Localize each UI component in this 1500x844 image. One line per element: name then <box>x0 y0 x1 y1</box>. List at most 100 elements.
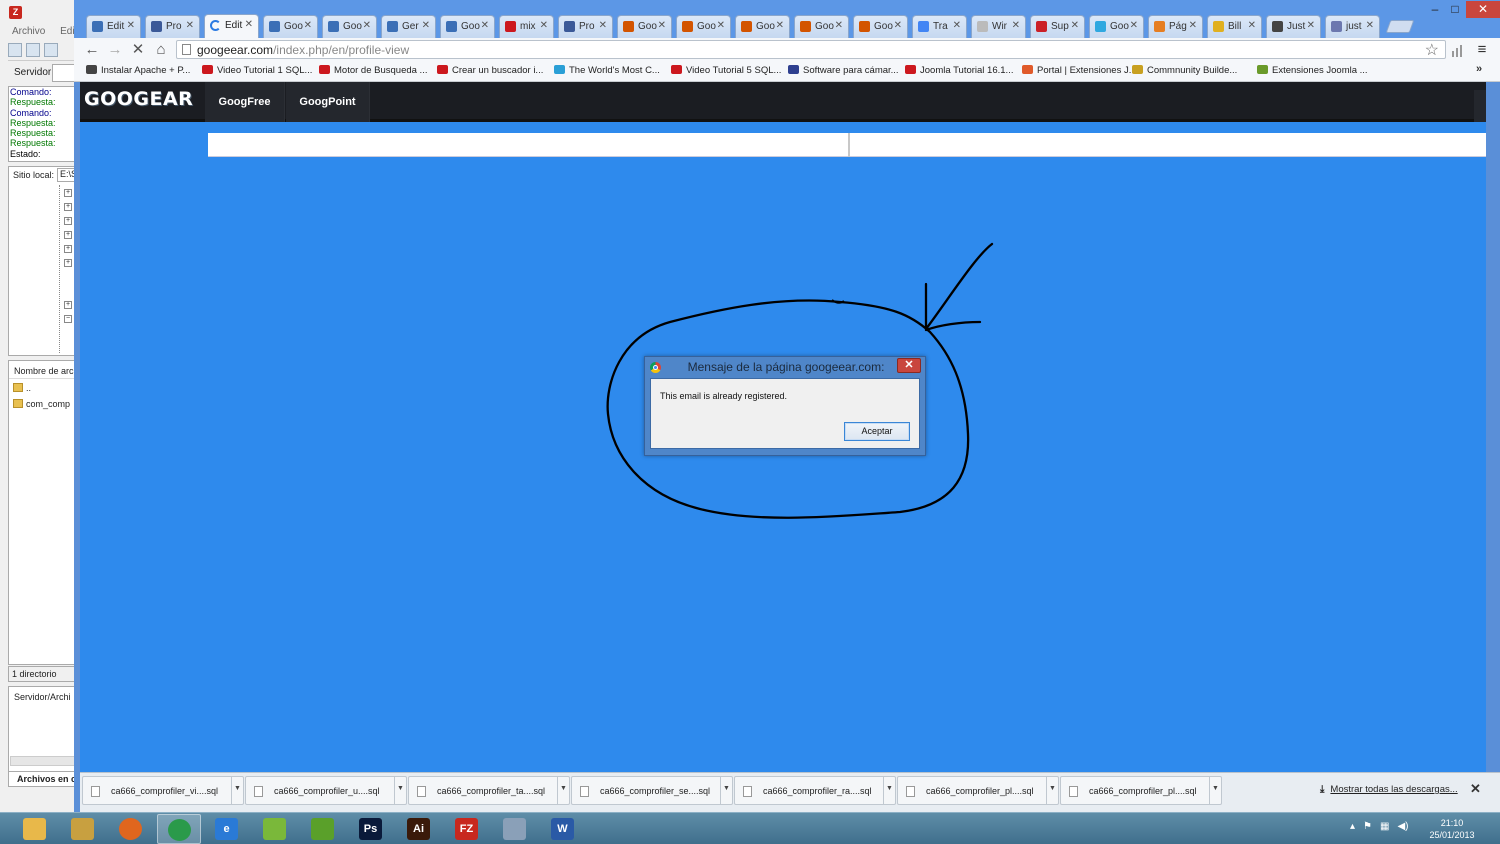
bookmark-item[interactable]: Software para cámar... <box>788 65 899 76</box>
browser-tab[interactable]: just ✕ <box>1325 15 1380 38</box>
show-all-downloads-link[interactable]: ⤓ Mostrar todas las descargas... <box>1320 784 1458 795</box>
browser-tab[interactable]: Goo ✕ <box>853 15 908 38</box>
bookmark-item[interactable]: Extensiones Joomla ... <box>1257 65 1368 76</box>
column-header-filename[interactable]: Nombre de arc <box>9 361 79 379</box>
close-tab-icon[interactable]: ✕ <box>1307 20 1315 31</box>
browser-tab[interactable]: Sup ✕ <box>1030 15 1085 38</box>
download-item[interactable]: ca666_comprofiler_vi....sql ▼ <box>82 776 244 805</box>
download-item[interactable]: ca666_comprofiler_pl....sql ▼ <box>897 776 1059 805</box>
download-item[interactable]: ca666_comprofiler_ra....sql ▼ <box>734 776 896 805</box>
site-manager-icon[interactable] <box>8 43 22 57</box>
list-item[interactable]: com_comp <box>13 399 70 409</box>
expand-icon[interactable]: + <box>64 189 72 197</box>
bookmark-item[interactable]: Commnunity Builde... <box>1132 65 1237 76</box>
alert-close-button[interactable]: ✕ <box>897 358 921 373</box>
close-tab-icon[interactable]: ✕ <box>363 20 371 31</box>
download-options-icon[interactable]: ▼ <box>231 777 243 804</box>
browser-tab[interactable]: Pág ✕ <box>1148 15 1203 38</box>
browser-tab[interactable]: Goo ✕ <box>617 15 672 38</box>
taskbar-app-word[interactable]: W <box>541 814 585 844</box>
browser-tab[interactable]: Goo ✕ <box>794 15 849 38</box>
bookmark-item[interactable]: The World's Most C... <box>554 65 660 76</box>
nav-googfree[interactable]: GoogFree <box>205 82 285 122</box>
taskbar-clock[interactable]: 21:10 25/01/2013 <box>1428 817 1476 841</box>
taskbar-app-firefox[interactable] <box>109 814 153 844</box>
bookmark-item[interactable]: Portal | Extensiones J... <box>1022 65 1137 76</box>
close-tab-icon[interactable]: ✕ <box>1248 20 1256 31</box>
close-tab-icon[interactable]: ✕ <box>717 20 725 31</box>
nav-googpoint[interactable]: GoogPoint <box>286 82 370 122</box>
taskbar-app-chrome[interactable] <box>157 814 201 844</box>
expand-icon[interactable]: + <box>64 203 72 211</box>
browser-tab[interactable]: Just ✕ <box>1266 15 1321 38</box>
close-tab-icon[interactable]: ✕ <box>1130 20 1138 31</box>
expand-icon[interactable]: + <box>64 217 72 225</box>
close-tab-icon[interactable]: ✕ <box>835 20 843 31</box>
volume-icon[interactable]: ◀) <box>1397 821 1408 832</box>
taskbar-app-calculator[interactable] <box>493 814 537 844</box>
expand-icon[interactable]: + <box>64 231 72 239</box>
download-item[interactable]: ca666_comprofiler_pl....sql ▼ <box>1060 776 1222 805</box>
home-icon[interactable]: ⌂ <box>151 41 171 59</box>
close-tab-icon[interactable]: ✕ <box>481 20 489 31</box>
collapse-icon[interactable]: − <box>64 315 72 323</box>
bookmark-item[interactable]: Video Tutorial 5 SQL... <box>671 65 781 76</box>
more-bookmarks-icon[interactable]: » <box>1476 63 1482 75</box>
close-tab-icon[interactable]: ✕ <box>953 20 961 31</box>
download-options-icon[interactable]: ▼ <box>720 777 732 804</box>
download-options-icon[interactable]: ▼ <box>883 777 895 804</box>
browser-tab[interactable]: Goo ✕ <box>676 15 731 38</box>
extension-icon[interactable] <box>1450 41 1466 59</box>
browser-tab[interactable]: Tra ✕ <box>912 15 967 38</box>
taskbar-app-app-green-2[interactable] <box>301 814 345 844</box>
minimize-icon[interactable]: – <box>1426 1 1444 18</box>
bookmark-star-icon[interactable]: ☆ <box>1425 40 1439 60</box>
close-tab-icon[interactable]: ✕ <box>1366 20 1374 31</box>
close-tab-icon[interactable]: ✕ <box>1071 20 1079 31</box>
close-tab-icon[interactable]: ✕ <box>658 20 666 31</box>
address-bar[interactable]: googeear.com/index.php/en/profile-view ☆ <box>176 40 1446 59</box>
back-icon[interactable]: ← <box>82 41 102 59</box>
horizontal-scrollbar[interactable] <box>10 756 78 766</box>
browser-tab[interactable]: Edit ✕ <box>86 15 141 38</box>
browser-tab[interactable]: Bill ✕ <box>1207 15 1262 38</box>
tree-icon[interactable] <box>44 43 58 57</box>
expand-icon[interactable]: + <box>64 259 72 267</box>
bookmark-item[interactable]: Instalar Apache + P... <box>86 65 190 76</box>
download-item[interactable]: ca666_comprofiler_u....sql ▼ <box>245 776 407 805</box>
browser-tab[interactable]: Edit ✕ <box>204 14 259 38</box>
bookmark-item[interactable]: Motor de Busqueda ... <box>319 65 427 76</box>
forward-icon[interactable]: → <box>105 41 125 59</box>
browser-tab[interactable]: Pro ✕ <box>145 15 200 38</box>
download-options-icon[interactable]: ▼ <box>1046 777 1058 804</box>
menu-archivo[interactable]: Archivo <box>12 26 45 37</box>
close-tab-icon[interactable]: ✕ <box>1012 20 1020 31</box>
close-tab-icon[interactable]: ✕ <box>1189 20 1197 31</box>
browser-tab[interactable]: Goo ✕ <box>263 15 318 38</box>
expand-icon[interactable]: + <box>64 245 72 253</box>
message-log-icon[interactable] <box>26 43 40 57</box>
close-window-button[interactable]: ✕ <box>1466 1 1500 18</box>
directory-tree[interactable]: + + + + + + + − <box>59 185 72 353</box>
maximize-icon[interactable]: □ <box>1446 1 1464 18</box>
browser-tab[interactable]: Goo ✕ <box>1089 15 1144 38</box>
close-tab-icon[interactable]: ✕ <box>304 20 312 31</box>
download-options-icon[interactable]: ▼ <box>557 777 569 804</box>
tray-expand-icon[interactable]: ▴ <box>1350 821 1355 832</box>
tab-queued-files[interactable]: Archivos en c <box>8 771 79 787</box>
taskbar-app-app-green-1[interactable] <box>253 814 297 844</box>
stop-icon[interactable]: ✕ <box>128 41 148 59</box>
close-tab-icon[interactable]: ✕ <box>422 20 430 31</box>
accept-button[interactable]: Aceptar <box>844 422 910 441</box>
close-download-shelf-icon[interactable]: ✕ <box>1470 781 1481 797</box>
browser-tab[interactable]: Goo ✕ <box>322 15 377 38</box>
action-center-icon[interactable]: ⚑ <box>1363 821 1372 832</box>
browser-tab[interactable]: Ger ✕ <box>381 15 436 38</box>
browser-tab[interactable]: mix ✕ <box>499 15 554 38</box>
close-tab-icon[interactable]: ✕ <box>776 20 784 31</box>
taskbar-app-illustrator[interactable]: Ai <box>397 814 441 844</box>
browser-tab[interactable]: Wir ✕ <box>971 15 1026 38</box>
taskbar-app-explorer[interactable] <box>13 814 57 844</box>
list-item[interactable]: .. <box>13 383 31 393</box>
bookmark-item[interactable]: Joomla Tutorial 16.1... <box>905 65 1013 76</box>
